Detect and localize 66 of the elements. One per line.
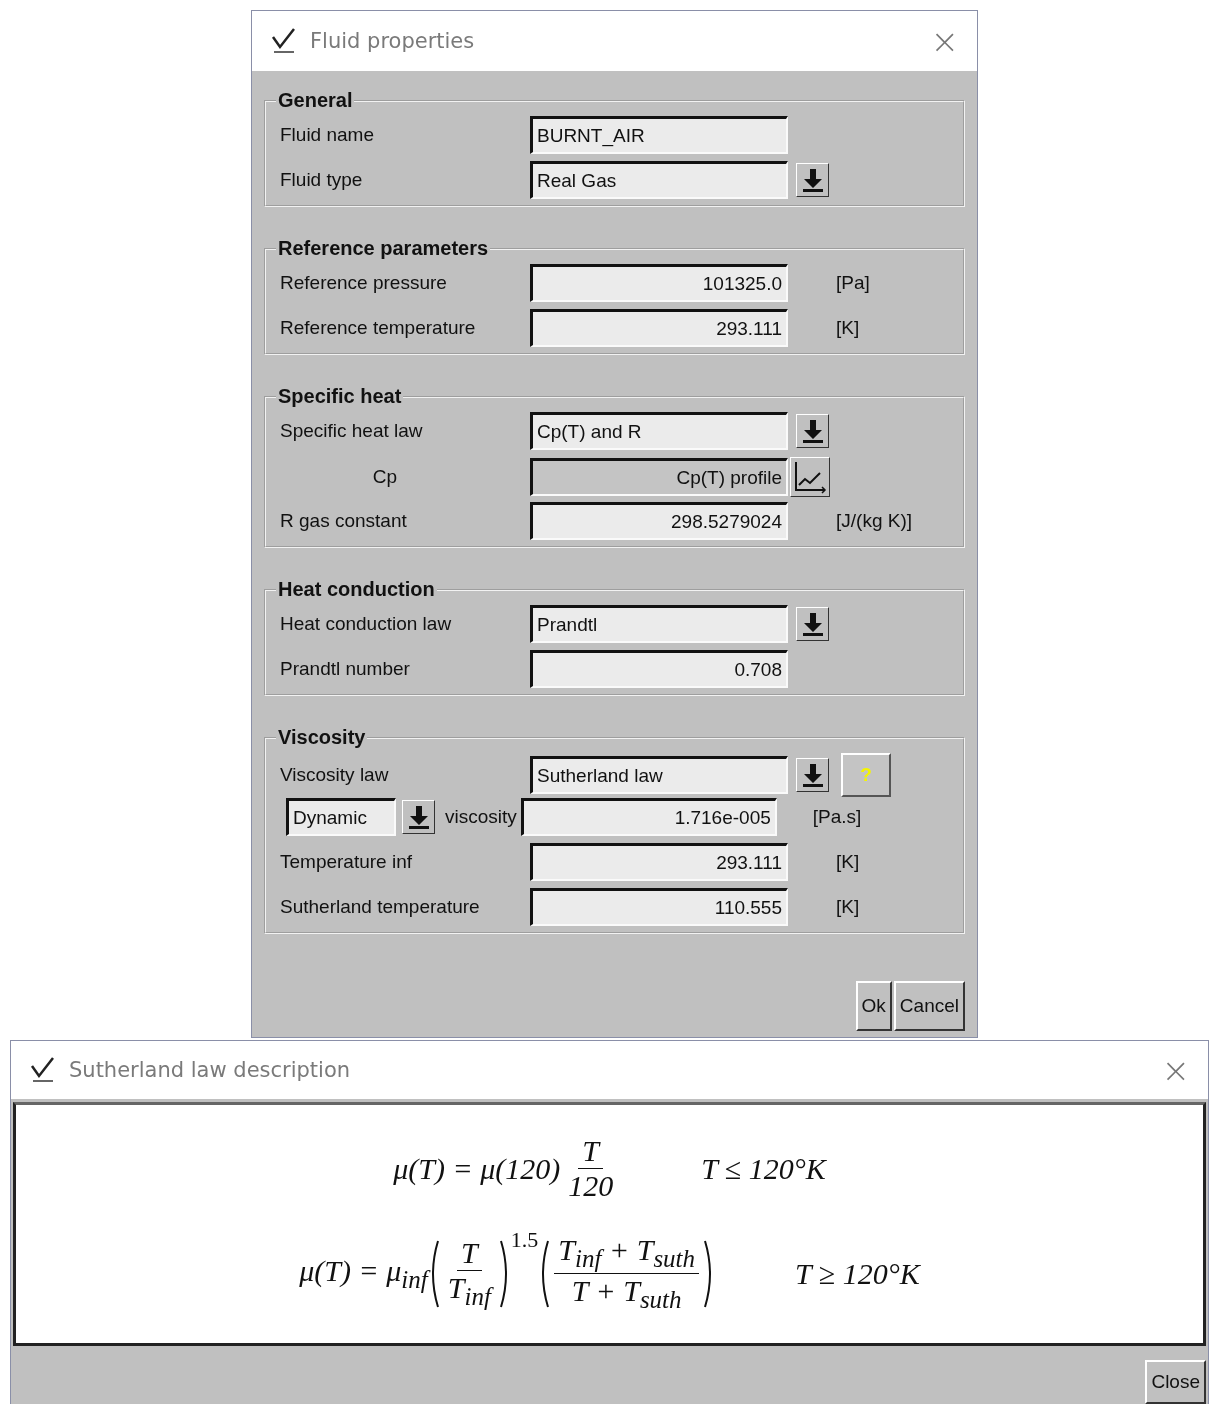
- fraction: T T$_{inf}$: [443, 1236, 495, 1311]
- number-field[interactable]: 110.555: [530, 888, 788, 926]
- formula-condition: T ≤ 120°K: [701, 1151, 826, 1186]
- combo-field[interactable]: Sutherland law: [530, 756, 788, 794]
- field-label: Cp: [372, 466, 398, 488]
- combo-field[interactable]: Dynamic: [286, 798, 396, 836]
- group-title: Specific heat: [277, 385, 403, 408]
- field-label: Fluid name: [280, 124, 375, 146]
- number-field[interactable]: 0.708: [530, 650, 788, 688]
- number-field[interactable]: 1.716e-005: [520, 798, 777, 836]
- text-field[interactable]: BURNT_AIR: [530, 116, 788, 154]
- field-label: Fluid type: [280, 169, 364, 191]
- field-label: R gas constant: [280, 510, 408, 532]
- field-label: Specific heat law: [280, 420, 424, 442]
- fraction: T 120: [567, 1134, 615, 1203]
- unit-label: [K]: [836, 896, 860, 918]
- combo-field[interactable]: Cp(T) and R: [530, 412, 788, 450]
- down-arrow-icon: [406, 804, 431, 830]
- field-label: Temperature inf: [280, 851, 413, 873]
- field-label: Sutherland temperature: [280, 896, 481, 918]
- fraction: T$_{inf}$ + T$_{suth}$ T + T$_{suth}$: [554, 1233, 700, 1314]
- unit-label: [Pa]: [836, 272, 870, 294]
- combo-field[interactable]: Prandtl: [530, 605, 788, 643]
- combo-field[interactable]: Real Gas: [530, 161, 788, 199]
- field-label: Reference temperature: [280, 317, 477, 339]
- group-title: Heat conduction: [277, 578, 436, 601]
- exponent: 1.5: [510, 1227, 539, 1253]
- dialog-button[interactable]: Ok: [855, 981, 892, 1031]
- line-chart-icon: [793, 460, 827, 494]
- app-logo-icon: [270, 27, 298, 55]
- field-label: Reference pressure: [280, 272, 448, 294]
- down-arrow-icon: [800, 418, 825, 444]
- unit-label: [Pa.s]: [812, 806, 862, 828]
- window-title: Fluid properties: [310, 29, 476, 53]
- dropdown-button[interactable]: [796, 607, 829, 641]
- field-label: Heat conduction law: [280, 613, 453, 635]
- down-arrow-icon: [800, 167, 825, 193]
- dialog-button[interactable]: Cancel: [893, 981, 965, 1031]
- dropdown-button[interactable]: [796, 163, 829, 197]
- dialog-button[interactable]: Close: [1145, 1360, 1206, 1404]
- formula-text: μ(T) = μ(120): [393, 1151, 561, 1186]
- unit-label: [K]: [836, 851, 860, 873]
- chart-button[interactable]: [790, 457, 830, 497]
- field-label: Prandtl number: [280, 658, 411, 680]
- formula-condition: T ≥ 120°K: [795, 1256, 920, 1291]
- down-arrow-icon: [800, 762, 825, 788]
- number-field[interactable]: 293.111: [530, 309, 788, 347]
- group-title: Viscosity: [277, 726, 367, 749]
- window-title: Sutherland law description: [69, 1058, 352, 1082]
- dropdown-button[interactable]: [796, 758, 829, 792]
- dropdown-button[interactable]: [796, 414, 829, 448]
- app-logo-icon: [29, 1056, 57, 1084]
- field-label: viscosity: [445, 806, 517, 828]
- field-label: Viscosity law: [280, 764, 390, 786]
- close-icon[interactable]: ×: [930, 24, 959, 58]
- number-field[interactable]: 101325.0: [530, 264, 788, 302]
- down-arrow-icon: [800, 611, 825, 637]
- unit-label: [K]: [836, 317, 860, 339]
- number-field[interactable]: 298.5279024: [530, 502, 788, 540]
- profile-field: Cp(T) profile: [530, 458, 788, 496]
- group-title: Reference parameters: [277, 237, 490, 260]
- group-title: General: [277, 89, 354, 112]
- unit-label: [J/(kg K)]: [836, 510, 912, 532]
- dropdown-button[interactable]: [402, 800, 435, 834]
- close-icon[interactable]: ×: [1161, 1053, 1190, 1087]
- number-field[interactable]: 293.111: [530, 843, 788, 881]
